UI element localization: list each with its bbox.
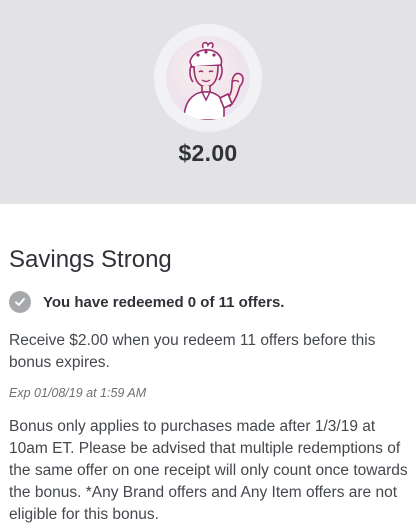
bonus-terms: Bonus only applies to purchases made aft…	[9, 418, 408, 523]
check-circle-icon	[9, 291, 31, 313]
bonus-expiry: Exp 01/08/19 at 1:59 AM	[9, 386, 147, 400]
bonus-amount: $2.00	[178, 140, 238, 166]
flexing-woman-icon	[166, 36, 250, 120]
redemption-status: You have redeemed 0 of 11 offers.	[9, 290, 284, 314]
bonus-title: Savings Strong	[9, 246, 172, 273]
redemption-status-text: You have redeemed 0 of 11 offers.	[43, 293, 285, 311]
bonus-description: Receive $2.00 when you redeem 11 offers …	[9, 332, 376, 371]
bonus-header: $2.00	[0, 0, 416, 204]
